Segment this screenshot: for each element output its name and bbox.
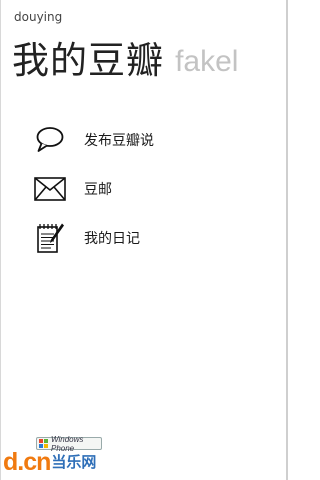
app-title: douying <box>14 10 63 24</box>
speech-bubble-icon <box>34 124 66 156</box>
right-edge-scrollbar <box>286 0 288 480</box>
menu-item-post-broadcast[interactable]: 发布豆瓣说 <box>34 115 154 164</box>
menu-item-label: 豆邮 <box>84 181 112 198</box>
diary-icon <box>34 222 66 254</box>
left-edge <box>0 0 1 480</box>
menu-item-my-diary[interactable]: 我的日记 <box>34 213 154 262</box>
watermark-logo: d.cn <box>3 448 51 476</box>
pivot-item-current[interactable]: 我的豆瓣 <box>12 39 164 82</box>
pivot-item-next[interactable]: fakel <box>175 45 238 78</box>
menu-item-doumail[interactable]: 豆邮 <box>34 164 154 213</box>
watermark-site-name: 当乐网 <box>51 453 97 471</box>
envelope-icon <box>34 173 66 205</box>
pivot-header: 我的豆瓣 fakel <box>12 30 238 84</box>
menu-list: 发布豆瓣说 豆邮 我的日记 <box>34 115 154 262</box>
menu-item-label: 发布豆瓣说 <box>84 132 154 149</box>
watermark: d.cn当乐网 <box>3 448 96 477</box>
windows-flag-icon <box>39 439 48 448</box>
menu-item-label: 我的日记 <box>84 230 140 247</box>
